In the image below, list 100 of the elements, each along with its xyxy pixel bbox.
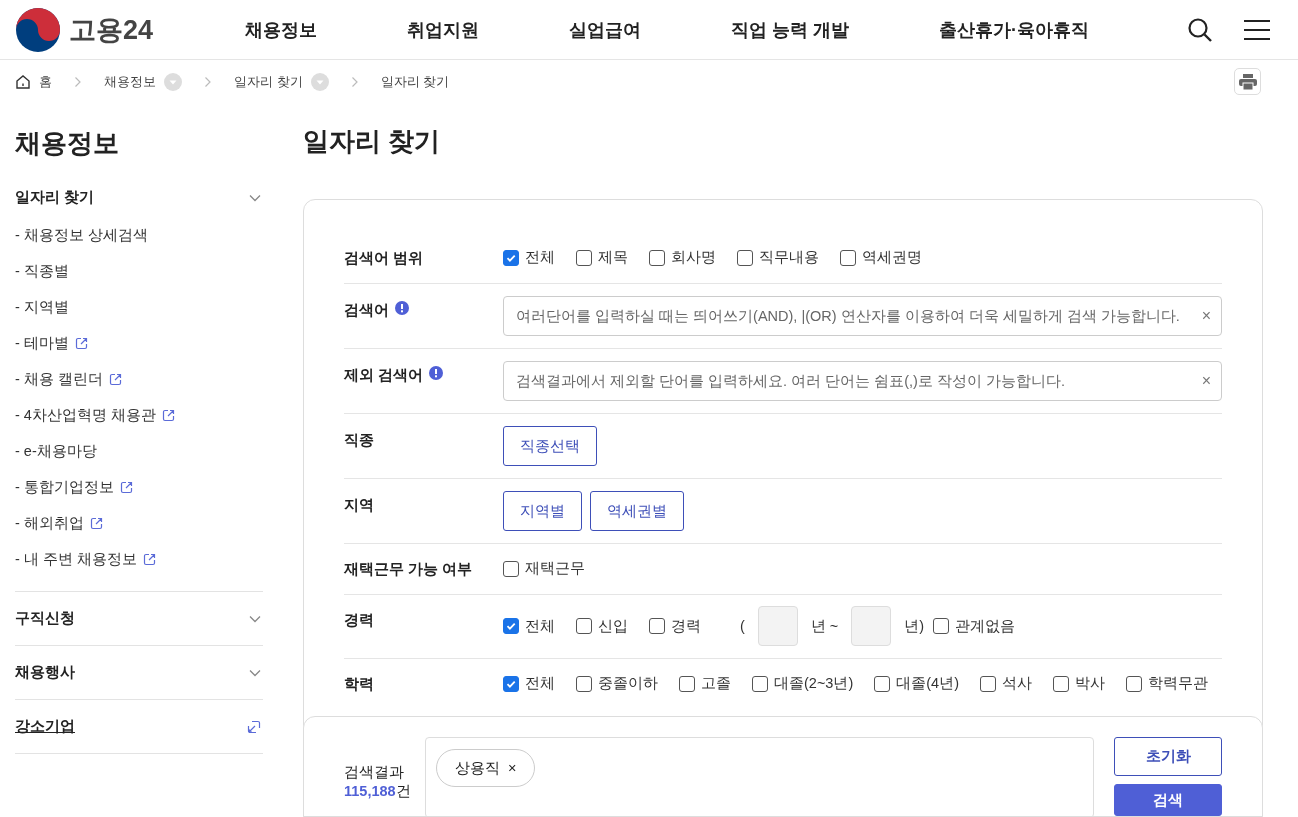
checkbox-label: 신입	[598, 616, 628, 636]
sidebar-section[interactable]: 강소기업	[15, 717, 75, 736]
tag-label: 상용직	[454, 758, 500, 778]
checkbox[interactable]	[840, 249, 856, 266]
reset-button[interactable]: 초기화	[1114, 737, 1222, 777]
sidebar-item[interactable]: - 채용정보 상세검색	[15, 225, 148, 245]
checkbox[interactable]	[503, 675, 519, 692]
checkbox[interactable]	[1126, 675, 1142, 692]
chevron-down-icon[interactable]	[249, 614, 261, 623]
home-icon[interactable]	[15, 74, 31, 90]
field-label: 경력	[344, 611, 374, 630]
checkbox-label: 직무내용	[759, 248, 819, 267]
nav-link[interactable]: 채용정보	[245, 17, 317, 42]
checkbox-label: 경력	[671, 616, 701, 636]
chevron-down-icon[interactable]	[249, 193, 261, 202]
field-label: 검색어 범위	[344, 249, 424, 268]
clear-button[interactable]: ×	[1201, 307, 1211, 325]
breadcrumb-link[interactable]: 채용정보	[104, 73, 156, 91]
checkbox-label: 역세권명	[862, 248, 922, 267]
breadcrumb-link[interactable]: 일자리 찾기	[234, 73, 303, 91]
sidebar-item[interactable]: - 내 주변 채용정보	[15, 549, 137, 569]
year-field[interactable]	[851, 606, 892, 646]
chevron-down-icon[interactable]	[249, 668, 261, 677]
checkbox[interactable]	[874, 675, 891, 692]
sidebar-item[interactable]: - 해외취업	[15, 513, 84, 533]
checkbox[interactable]	[649, 249, 665, 266]
logo-text[interactable]: 고용24	[69, 11, 154, 48]
checkbox[interactable]	[576, 675, 592, 692]
sidebar-item[interactable]: - 채용 캘린더	[15, 369, 103, 389]
sidebar-item[interactable]: - 4차산업혁명 채용관	[15, 405, 156, 425]
sidebar-item[interactable]: - 직종별	[15, 261, 69, 281]
checkbox-label: 재택근무	[525, 559, 585, 578]
nav-link[interactable]: 실업급여	[569, 17, 641, 42]
nav-link[interactable]: 출산휴가·육아휴직	[939, 17, 1089, 42]
checkbox[interactable]	[737, 249, 753, 266]
info-icon[interactable]	[429, 366, 444, 380]
search-icon[interactable]	[1187, 16, 1213, 43]
search-field[interactable]: 검색결과에서 제외할 단어를 입력하세요. 여러 단어는 쉼표(,)로 작성이 가능합니다. ×	[503, 361, 1222, 401]
checkbox[interactable]	[576, 249, 592, 266]
result-count: 115,188	[344, 783, 396, 799]
checkbox[interactable]	[503, 560, 519, 577]
field-label: 학력	[344, 675, 374, 694]
menu-icon[interactable]	[1243, 18, 1271, 41]
checkbox-label: 전체	[525, 616, 555, 636]
result-label: 검색결과	[344, 763, 405, 782]
sidebar-section[interactable]: 구직신청	[15, 609, 75, 628]
breadcrumb-link[interactable]: 일자리 찾기	[380, 73, 450, 91]
checkbox[interactable]	[503, 618, 519, 634]
sidebar-section[interactable]: 채용행사	[15, 663, 75, 682]
page-title: 일자리 찾기	[303, 125, 442, 158]
print-button[interactable]	[1234, 68, 1261, 95]
checkbox-label: 석사	[1002, 674, 1032, 693]
checkbox-label: 대졸(4년)	[896, 674, 959, 693]
unit-text: 년 ~	[810, 616, 839, 636]
select-button[interactable]: 지역별	[503, 491, 582, 531]
link-icon[interactable]	[247, 719, 261, 734]
checkbox-label: 관계없음	[955, 616, 1016, 636]
checkbox[interactable]	[576, 618, 592, 634]
checkbox[interactable]	[649, 618, 665, 634]
chevron-right-icon	[350, 76, 359, 88]
year-field[interactable]	[757, 606, 798, 646]
checkbox[interactable]	[752, 675, 768, 692]
checkbox-label: 대졸(2~3년)	[774, 674, 854, 693]
field-label: 제외 검색어	[344, 366, 424, 385]
info-icon[interactable]	[395, 301, 409, 315]
clear-button[interactable]: ×	[1201, 372, 1211, 390]
select-button[interactable]: 직종선택	[503, 426, 597, 466]
checkbox[interactable]	[1053, 675, 1069, 692]
paren-text: (	[740, 618, 745, 634]
logo-icon[interactable]	[15, 6, 61, 53]
checkbox-label: 제목	[598, 248, 628, 267]
checkbox-label: 고졸	[701, 674, 731, 693]
checkbox[interactable]	[679, 675, 695, 692]
sidebar-title: 채용정보	[15, 127, 120, 160]
chevron-right-icon	[74, 76, 82, 88]
checkbox-label: 회사명	[671, 248, 716, 267]
sidebar-section[interactable]: 일자리 찾기	[15, 188, 95, 207]
breadcrumb-link[interactable]: 홈	[39, 73, 52, 91]
checkbox-label: 학력무관	[1148, 674, 1208, 693]
checkbox[interactable]	[503, 249, 519, 266]
field-label: 재택근무 가능 여부	[344, 560, 473, 579]
select-button[interactable]: 역세권별	[590, 491, 684, 531]
sidebar-item[interactable]: - 통합기업정보	[15, 477, 114, 497]
nav-link[interactable]: 취업지원	[407, 17, 479, 42]
field-label: 직종	[344, 431, 374, 450]
search-field[interactable]: 여러단어를 입력하실 때는 띄어쓰기(AND), |(OR) 연산자를 이용하여 더욱 세밀하게 검색 가능합니다. ×	[503, 296, 1222, 336]
checkbox-label: 전체	[525, 248, 555, 267]
checkbox[interactable]	[933, 618, 950, 634]
checkbox-label: 박사	[1075, 674, 1105, 693]
field-label: 지역	[344, 496, 374, 515]
checkbox[interactable]	[980, 675, 996, 692]
sidebar-item[interactable]: - 지역별	[15, 297, 69, 317]
sidebar-item[interactable]: - e-채용마당	[15, 441, 97, 461]
checkmark-icon	[505, 620, 517, 632]
remove-button[interactable]: ×	[507, 760, 517, 776]
nav-link[interactable]: 직업 능력 개발	[731, 17, 849, 42]
sidebar-item[interactable]: - 테마별	[15, 333, 69, 353]
checkbox-label: 전체	[525, 674, 555, 693]
print-icon	[1238, 73, 1257, 90]
search-button[interactable]: 검색	[1114, 784, 1222, 816]
